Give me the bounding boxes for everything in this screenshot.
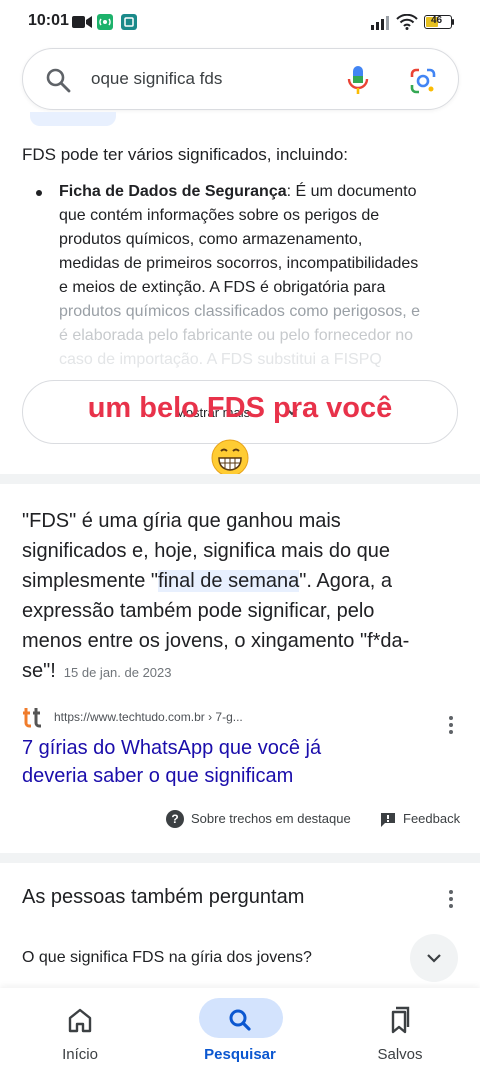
chevron-down-icon [427,954,441,963]
battery-icon: 46 [424,15,452,29]
home-icon [68,1008,92,1033]
signal-icon [371,16,389,30]
bookmarks-icon [391,1006,410,1034]
feedback-icon [381,813,395,827]
more-options-icon[interactable] [449,890,453,911]
hotspot-app-icon [97,14,113,30]
bottom-navigation: Início Pesquisar Salvos [0,988,480,1066]
highlighted-phrase: final de semana [158,570,300,592]
bullet-term: Ficha de Dados de Segurança [59,183,287,200]
result-title-link[interactable]: 7 gírias do WhatsApp que você já deveria… [22,734,442,790]
search-icon[interactable] [45,67,71,93]
people-also-ask-question[interactable]: O que significa FDS na gíria dos jovens? [22,949,312,967]
nav-search[interactable]: Pesquisar [180,988,300,1066]
result-url[interactable]: https://www.techtudo.com.br › 7-g... [54,710,243,724]
search-icon [229,1009,251,1031]
microphone-icon[interactable] [345,65,371,95]
featured-snippet-text: "FDS" é uma gíria que ganhou mais signif… [22,510,410,682]
search-input[interactable]: oque significa fds [91,69,222,89]
scrolled-chip [30,112,116,126]
video-camera-icon [72,16,92,28]
battery-level: 46 [431,15,443,26]
nav-home[interactable]: Início [20,988,140,1066]
grinning-emoji-icon [211,439,249,477]
featured-bullet: Ficha de Dados de Segurança: É um docume… [59,183,421,368]
section-divider [0,853,480,863]
techtudo-logo[interactable] [22,706,44,728]
more-options-icon[interactable] [449,716,453,737]
expand-question-button[interactable] [410,934,458,982]
featured-intro: FDS pode ter vários significados, inclui… [22,145,348,164]
bullet-marker [36,190,42,196]
wifi-icon [396,14,418,30]
google-lens-icon[interactable] [409,67,437,95]
overlay-caption: um belo FDS pra você [87,392,393,424]
status-time: 10:01 [28,12,69,29]
nav-saved[interactable]: Salvos [340,988,460,1066]
snippet-date: 15 de jan. de 2023 [63,665,172,680]
status-bar: 10:01 46 [0,0,480,44]
help-icon: ? [166,810,184,828]
app-notification-icon [121,14,137,30]
people-also-ask-title: As pessoas também perguntam [22,886,305,908]
search-bar[interactable]: oque significa fds [22,48,459,110]
section-divider [0,474,480,484]
